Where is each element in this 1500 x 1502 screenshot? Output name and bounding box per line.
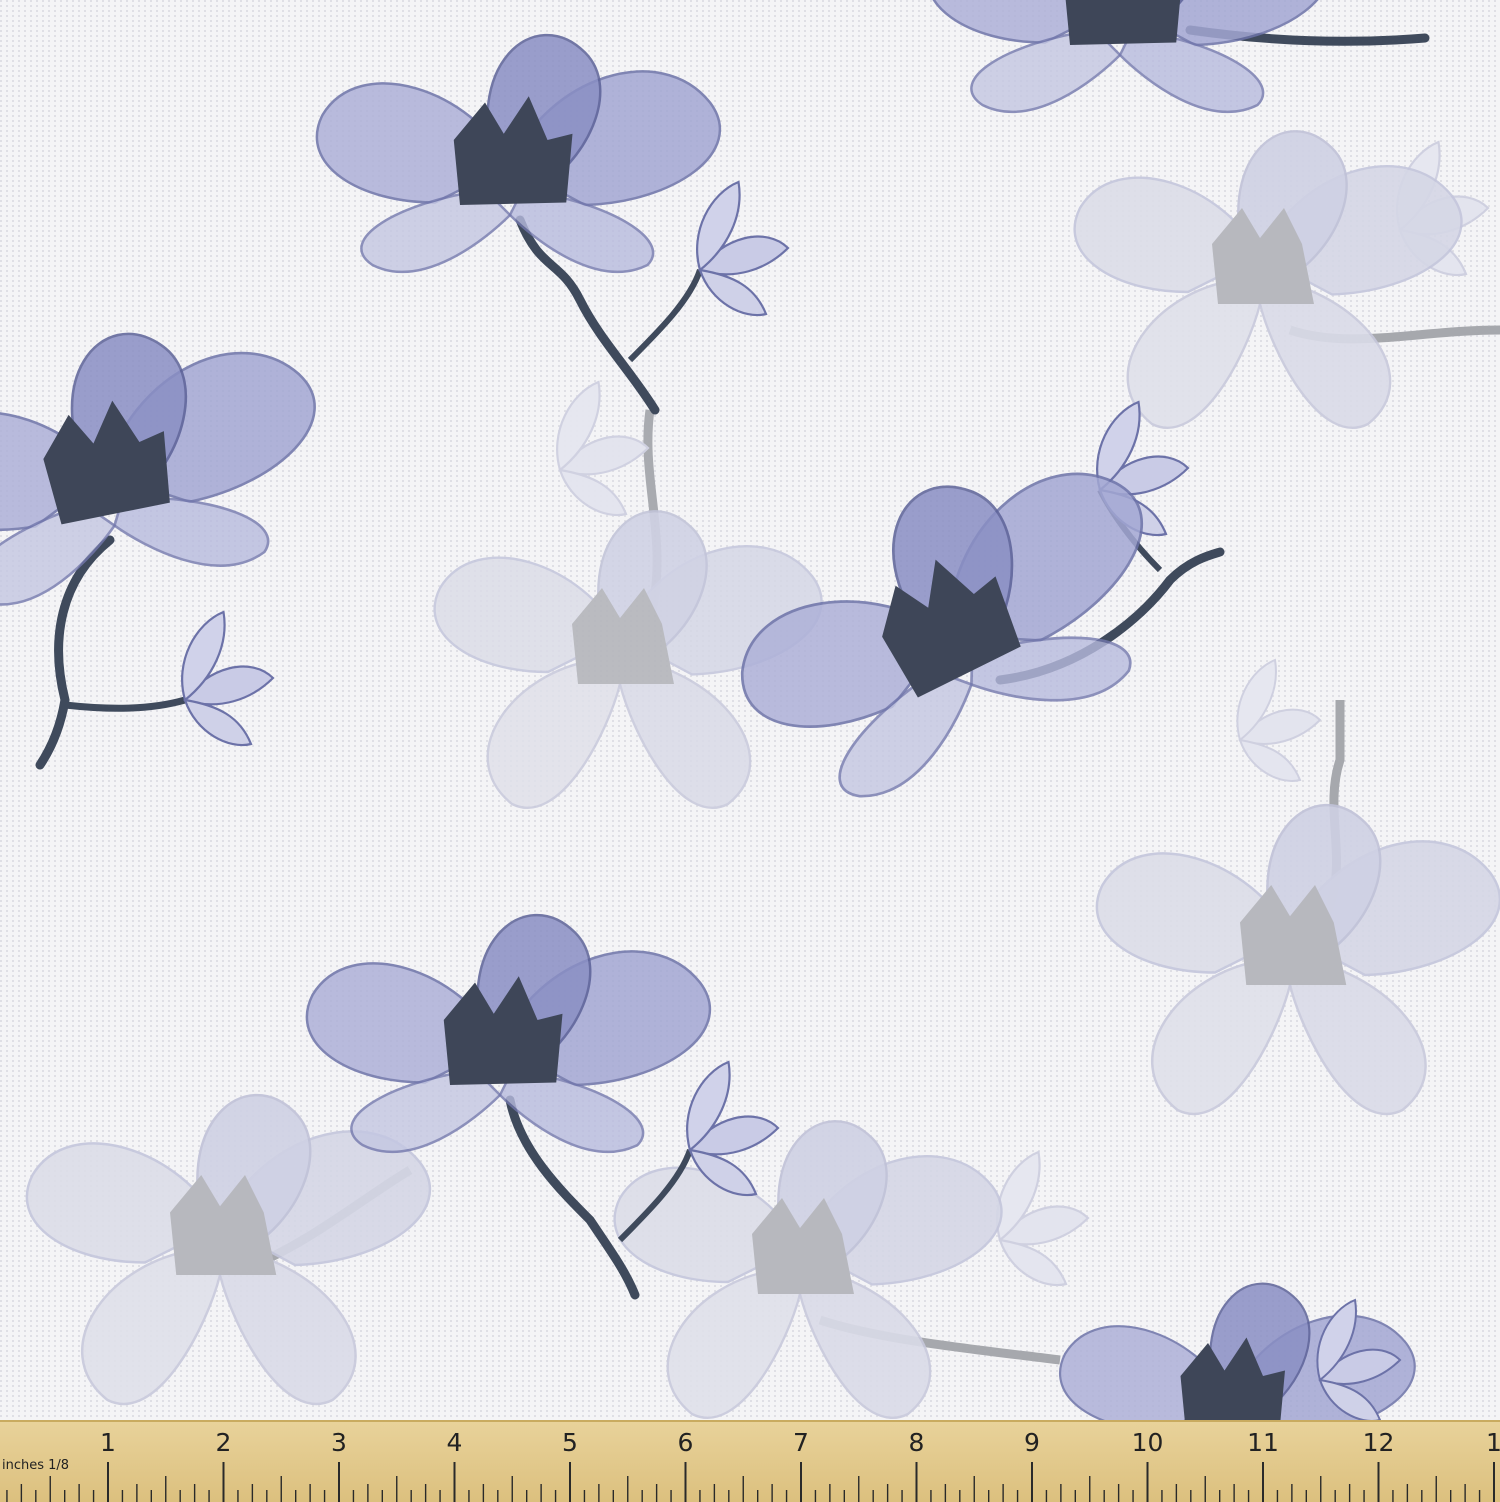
ruler-number: 1 xyxy=(100,1428,116,1457)
ghost-flower xyxy=(1095,659,1500,1116)
ghost-flower xyxy=(433,380,823,809)
fabric-swatch xyxy=(0,0,1500,1420)
ruler-number: 7 xyxy=(793,1428,809,1457)
ruler-number: 9 xyxy=(1024,1428,1040,1457)
ruler-number: 11 xyxy=(1247,1428,1279,1457)
ruler-unit-label: inches 1/8 xyxy=(2,1458,70,1473)
ruler-number: 5 xyxy=(562,1428,578,1457)
ruler-number: 6 xyxy=(677,1428,694,1457)
ruler-number: 8 xyxy=(908,1428,925,1457)
measuring-ruler: inches 1/8 1234567891011121 xyxy=(0,1420,1500,1502)
floral-pattern xyxy=(0,0,1500,1420)
blue-flower xyxy=(1058,1282,1416,1420)
ruler-number: 1 xyxy=(1486,1428,1500,1457)
ruler-number: 3 xyxy=(331,1428,347,1457)
ruler-number: 12 xyxy=(1362,1428,1395,1457)
ruler-number: 2 xyxy=(215,1428,232,1457)
ruler-number: 10 xyxy=(1131,1428,1164,1457)
ghost-flower xyxy=(1073,130,1500,429)
blue-flower xyxy=(925,0,1430,114)
blue-flower xyxy=(315,33,790,415)
ruler-number: 4 xyxy=(446,1428,463,1457)
blue-flower xyxy=(0,302,342,770)
